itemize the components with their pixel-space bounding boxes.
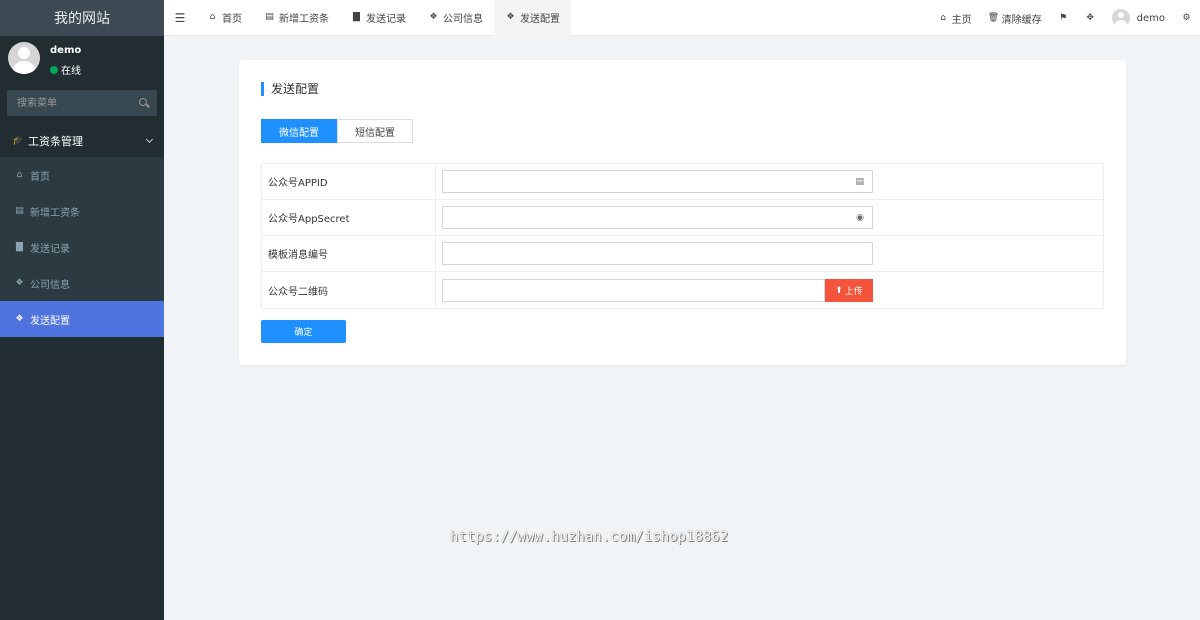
avatar — [1111, 9, 1130, 27]
home-link[interactable]: ⌂ 主页 — [930, 0, 980, 36]
file-icon: ▇ — [16, 241, 23, 252]
appsecret-label: 公众号AppSecret — [262, 200, 436, 235]
home-link-label: 主页 — [951, 14, 972, 26]
menu-group-payslip[interactable]: 🎓 工资条管理 — [0, 125, 164, 157]
trash-icon: 🗑 — [987, 12, 1000, 23]
translate-icon: ⚑ — [1059, 12, 1068, 23]
tab-label: 公司信息 — [443, 14, 483, 25]
sidebar-item-label: 发送记录 — [30, 243, 70, 255]
menu-toggle-icon[interactable]: ☰ — [164, 0, 196, 36]
chevron-down-icon — [145, 135, 154, 144]
upload-icon: ⬆ — [835, 284, 843, 295]
cubes-icon: ❖ — [429, 12, 438, 22]
clear-cache-label: 清除缓存 — [1001, 14, 1042, 26]
submit-button[interactable]: 确定 — [261, 320, 346, 343]
sidebar-item-label: 公司信息 — [30, 279, 70, 291]
user-name: demo — [50, 45, 82, 56]
appid-label: 公众号APPID — [262, 164, 436, 199]
sidebar-item-company-info[interactable]: ❖ 公司信息 — [0, 265, 164, 301]
language-button[interactable]: ⚑ — [1050, 0, 1077, 36]
qrcode-label: 公众号二维码 — [262, 272, 436, 308]
user-status-label: 在线 — [61, 66, 81, 77]
tab-label: 新增工资条 — [279, 14, 329, 25]
sidebar-item-label: 发送配置 — [30, 315, 70, 327]
home-icon: ⌂ — [209, 12, 216, 22]
avatar — [8, 42, 40, 74]
gears-icon: ⚙ — [1182, 12, 1191, 23]
topbar: ☰ ⌂ 首页 ▤ 新增工资条 ▇ 发送记录 ❖ 公司信息 ❖ 发送配置 ⌂ 主页… — [164, 0, 1200, 36]
sidebar-item-label: 新增工资条 — [30, 207, 80, 219]
user-status: 在线 — [50, 62, 81, 77]
sidebar-item-send-records[interactable]: ▇ 发送记录 — [0, 229, 164, 265]
id-card-icon: ▤ — [855, 177, 864, 187]
top-username: demo — [1136, 12, 1165, 24]
list-icon: ▤ — [15, 205, 24, 216]
tab-send-config[interactable]: ❖ 发送配置 — [494, 0, 571, 36]
sidebar-item-home[interactable]: ⌂ 首页 — [0, 157, 164, 193]
page-title: 发送配置 — [261, 82, 319, 96]
cubes-icon: ❖ — [15, 313, 24, 324]
tab-company-info[interactable]: ❖ 公司信息 — [417, 0, 494, 36]
appid-input[interactable] — [443, 171, 872, 192]
tab-send-records[interactable]: ▇ 发送记录 — [340, 0, 417, 36]
search-icon[interactable] — [139, 98, 147, 106]
user-menu[interactable]: demo — [1104, 0, 1173, 36]
template-id-label: 模板消息编号 — [262, 236, 436, 271]
menu-search-input[interactable] — [7, 90, 157, 116]
online-dot-icon — [50, 65, 58, 74]
sidebar-item-send-config[interactable]: ❖ 发送配置 — [0, 301, 164, 337]
tab-label: 首页 — [222, 14, 242, 25]
sidebar: 我的网站 demo 在线 🎓 工资条管理 ⌂ 首页 ▤ 新增工资条 ▇ 发送记录… — [0, 0, 164, 620]
tab-label: 发送记录 — [366, 14, 406, 25]
sidebar-item-add-payslip[interactable]: ▤ 新增工资条 — [0, 193, 164, 229]
user-panel: demo 在线 — [0, 36, 164, 84]
config-tabs: 微信配置 短信配置 — [261, 119, 413, 143]
config-panel: 发送配置 微信配置 短信配置 公众号APPID ▤ 公众号AppSecret ◉ — [239, 60, 1126, 365]
template-id-input[interactable] — [443, 243, 872, 264]
form-row-appid: 公众号APPID ▤ — [262, 164, 1103, 200]
form-row-qrcode: 公众号二维码 ⬆ 上传 — [262, 272, 1103, 308]
key-icon: ◉ — [856, 213, 864, 223]
tab-wechat-config[interactable]: 微信配置 — [261, 119, 337, 143]
sidebar-search — [7, 90, 157, 116]
tab-home[interactable]: ⌂ 首页 — [196, 0, 253, 36]
qrcode-input[interactable] — [443, 279, 824, 301]
site-brand[interactable]: 我的网站 — [0, 0, 164, 36]
fullscreen-button[interactable]: ✥ — [1077, 0, 1104, 36]
form-row-appsecret: 公众号AppSecret ◉ — [262, 200, 1103, 236]
upload-label: 上传 — [844, 285, 863, 296]
config-form: 公众号APPID ▤ 公众号AppSecret ◉ 模板消息编号 公众号二维码 … — [261, 163, 1104, 309]
cubes-icon: ❖ — [15, 277, 24, 288]
file-icon: ▇ — [353, 12, 360, 22]
clear-cache-button[interactable]: 🗑 清除缓存 — [980, 0, 1050, 36]
watermark: https://www.huzhan.com/ishop18862 — [450, 529, 729, 545]
list-icon: ▤ — [265, 12, 274, 22]
settings-button[interactable]: ⚙ — [1173, 0, 1200, 36]
submenu: ⌂ 首页 ▤ 新增工资条 ▇ 发送记录 ❖ 公司信息 ❖ 发送配置 — [0, 157, 164, 337]
home-icon: ⌂ — [16, 169, 23, 180]
menu-group-label: 工资条管理 — [28, 135, 83, 148]
form-row-template-id: 模板消息编号 — [262, 236, 1103, 272]
appsecret-input[interactable] — [443, 207, 872, 228]
graduation-cap-icon: 🎓 — [12, 135, 24, 146]
upload-button[interactable]: ⬆ 上传 — [825, 278, 873, 302]
sidebar-item-label: 首页 — [30, 171, 50, 183]
tab-add-payslip[interactable]: ▤ 新增工资条 — [253, 0, 340, 36]
topbar-right: ⌂ 主页 🗑 清除缓存 ⚑ ✥ demo ⚙ — [930, 0, 1200, 36]
tab-sms-config[interactable]: 短信配置 — [337, 119, 413, 143]
home-icon: ⌂ — [940, 12, 946, 23]
fullscreen-icon: ✥ — [1086, 12, 1094, 23]
cubes-icon: ❖ — [506, 12, 515, 22]
tab-label: 发送配置 — [520, 14, 560, 25]
